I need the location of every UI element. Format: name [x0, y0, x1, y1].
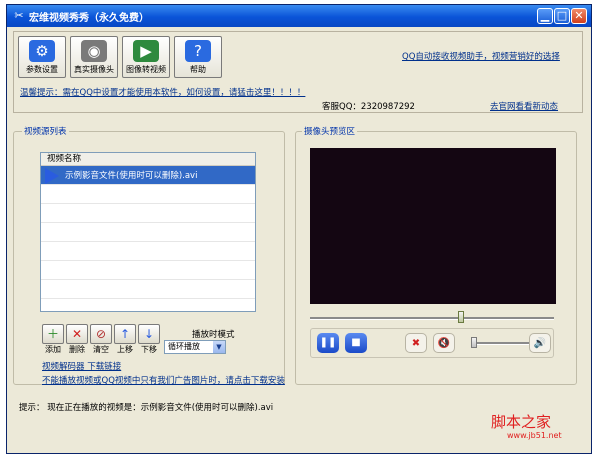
watermark-url: www.jb51.net [507, 431, 562, 440]
video-filename: 示例影音文件(使用时可以删除).avi [65, 171, 198, 181]
add-button[interactable]: ＋ 添加 [42, 324, 64, 354]
volume-icon[interactable]: 🔊 [529, 333, 551, 353]
help-icon: ? [185, 40, 211, 62]
empty-list-row [41, 223, 255, 242]
empty-list-row [41, 185, 255, 204]
mute-icon[interactable]: 🔇 [433, 333, 455, 353]
title-bar[interactable]: ✂ 宏维视频秀秀（永久免费） ▁ □ ✕ [7, 5, 591, 27]
play-mode-value: 循环播放 [168, 342, 200, 351]
image-to-video-button[interactable]: ▶ 图像转视频 [122, 36, 170, 78]
settings-icon: ⚙ [29, 40, 55, 62]
maximize-button[interactable]: □ [554, 8, 570, 24]
window-content: ⚙ 参数设置 ◉ 真实摄像头 ▶ 图像转视频 ? 帮助 QQ自动接收视频助手，视… [7, 27, 591, 453]
chevron-down-icon[interactable]: ▼ [213, 341, 225, 353]
clear-icon: ⊘ [90, 324, 112, 344]
video-list-group: 视频源列表 视频名称 示例影音文件(使用时可以删除).avi ＋ 添加 ✕ 删除… [13, 125, 285, 386]
media-controls: ❚❚ ■ ✖ 🔇 🔊 [310, 328, 554, 358]
install-help-link[interactable]: 不能播放视频或QQ视频中只有我们广告图片时，请点击下载安装 [42, 374, 285, 386]
clear-button-label: 清空 [93, 345, 109, 354]
settings-button-label: 参数设置 [26, 65, 58, 74]
video-name-column-header[interactable]: 视频名称 [41, 153, 255, 166]
add-button-label: 添加 [45, 345, 61, 354]
play-mode-select[interactable]: 循环播放 ▼ [164, 340, 226, 354]
camera-preview-title: 摄像头预览区 [302, 125, 358, 137]
pause-icon[interactable]: ❚❚ [317, 333, 339, 353]
move-up-icon: ↑ [114, 324, 136, 344]
volume-slider-thumb[interactable] [471, 337, 477, 348]
qq-assistant-link[interactable]: QQ自动接收视频助手，视频营销好的选择 [402, 50, 560, 62]
settings-button[interactable]: ⚙ 参数设置 [18, 36, 66, 78]
delete-button[interactable]: ✕ 删除 [66, 324, 88, 354]
video-list-title: 视频源列表 [22, 125, 69, 137]
empty-list-row [41, 242, 255, 261]
webcam-button[interactable]: ◉ 真实摄像头 [70, 36, 118, 78]
minimize-button[interactable]: ▁ [537, 8, 553, 24]
empty-list-row [41, 299, 255, 311]
webcam-icon: ◉ [81, 40, 107, 62]
window-title: 宏维视频秀秀（永久免费） [29, 13, 149, 24]
image-to-video-button-label: 图像转视频 [126, 65, 166, 74]
move-up-button-label: 上移 [117, 345, 133, 354]
main-window: ✂ 宏维视频秀秀（永久免费） ▁ □ ✕ ⚙ 参数设置 ◉ 真实摄像头 ▶ 图像… [6, 4, 592, 454]
playback-progress-slider[interactable] [310, 311, 554, 323]
clear-button[interactable]: ⊘ 清空 [90, 324, 112, 354]
stop-icon[interactable]: ■ [345, 333, 367, 353]
clear-list-icon[interactable]: ✖ [405, 333, 427, 353]
add-icon: ＋ [42, 324, 64, 344]
qq-contact-text: 客服QQ：2320987292 [322, 102, 415, 112]
video-list-row[interactable]: 示例影音文件(使用时可以删除).avi [41, 166, 255, 185]
empty-list-row [41, 280, 255, 299]
help-button[interactable]: ? 帮助 [174, 36, 222, 78]
volume-slider[interactable] [471, 337, 529, 348]
camera-preview-group: 摄像头预览区 ❚❚ ■ ✖ 🔇 🔊 [295, 125, 577, 385]
empty-list-row [41, 261, 255, 280]
app-icon: ✂ [14, 9, 24, 22]
video-preview-area [310, 148, 556, 304]
delete-button-label: 删除 [69, 345, 85, 354]
webcam-button-label: 真实摄像头 [74, 65, 114, 74]
close-button[interactable]: ✕ [571, 8, 587, 24]
move-down-icon: ↓ [138, 324, 160, 344]
watermark-logo: 脚本之家 [491, 413, 552, 431]
progress-slider-thumb[interactable] [457, 311, 464, 323]
play-mode-label: 播放时模式 [192, 330, 235, 340]
official-site-link[interactable]: 去官网看看新动态 [490, 100, 558, 112]
video-list[interactable]: 视频名称 示例影音文件(使用时可以删除).avi [40, 152, 256, 312]
play-icon [45, 168, 59, 184]
move-up-button[interactable]: ↑ 上移 [114, 324, 136, 354]
move-down-button-label: 下移 [141, 345, 157, 354]
empty-list-row [41, 204, 255, 223]
move-down-button[interactable]: ↓ 下移 [138, 324, 160, 354]
toolbar-panel: ⚙ 参数设置 ◉ 真实摄像头 ▶ 图像转视频 ? 帮助 QQ自动接收视频助手，视… [13, 31, 583, 113]
image-to-video-icon: ▶ [133, 40, 159, 62]
delete-icon: ✕ [66, 324, 88, 344]
help-button-label: 帮助 [190, 65, 206, 74]
setup-hint-link[interactable]: 温馨提示：需在QQ中设置才能使用本软件，如何设置，请猛击这里！！！！ [20, 86, 305, 98]
decoder-download-link[interactable]: 视频解码器 下载链接 [42, 360, 121, 372]
status-text: 提示： 现在正在播放的视频是：示例影音文件(使用时可以删除).avi [19, 403, 274, 413]
